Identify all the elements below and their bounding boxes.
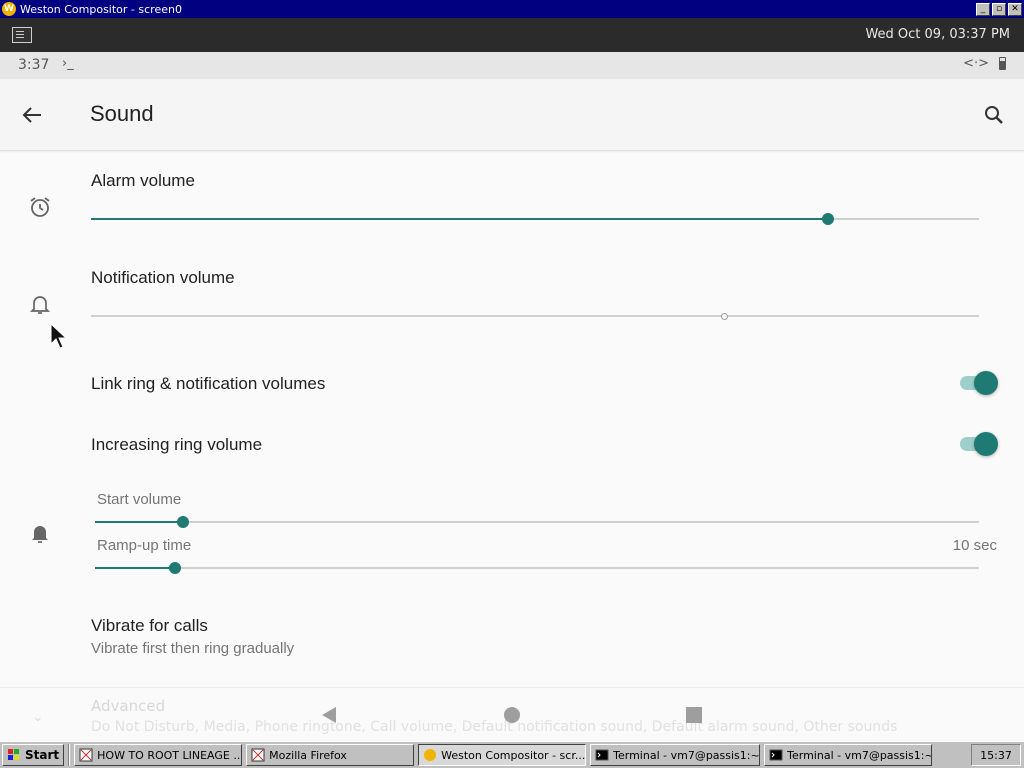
search-icon bbox=[985, 106, 1003, 124]
start-volume-label: Start volume bbox=[97, 491, 182, 508]
start-button[interactable]: Start bbox=[2, 744, 65, 766]
increasing-ring-toggle[interactable] bbox=[960, 431, 998, 456]
alarm-volume-slider[interactable] bbox=[91, 209, 979, 229]
taskbar-clock: 15:37 bbox=[971, 744, 1021, 766]
screen: W Weston Compositor - screen0 _ ▫ ✕ Wed … bbox=[0, 0, 1024, 768]
circle-home-icon bbox=[504, 707, 520, 723]
taskbar-item-terminal-1[interactable]: Terminal - vm7@passis1:~ bbox=[590, 744, 761, 766]
window-title-bar[interactable]: W Weston Compositor - screen0 _ ▫ ✕ bbox=[0, 0, 1024, 18]
android-status-bar: 3:37 ›_ <·> bbox=[0, 52, 1024, 79]
firefox-icon bbox=[251, 748, 265, 762]
start-label: Start bbox=[25, 748, 60, 762]
alarm-clock-icon bbox=[26, 193, 54, 221]
panel-clock: Wed Oct 09, 03:37 PM bbox=[865, 27, 1010, 42]
link-ring-label: Link ring & notification volumes bbox=[91, 374, 326, 393]
link-ring-toggle[interactable] bbox=[960, 370, 998, 395]
taskbar: Start HOW TO ROOT LINEAGE ... Mozilla Fi… bbox=[0, 741, 1024, 768]
taskbar-item-label: Terminal - vm7@passis1:~ bbox=[787, 748, 933, 762]
minimize-button[interactable]: _ bbox=[976, 2, 990, 16]
taskbar-item-label: Terminal - vm7@passis1:~ bbox=[613, 748, 760, 762]
page-title: Sound bbox=[90, 101, 154, 126]
ringtone-bell-icon bbox=[26, 519, 54, 547]
ramp-up-value: 10 sec bbox=[952, 537, 997, 554]
ramp-up-slider[interactable] bbox=[95, 558, 979, 578]
sound-settings-screen: Sound Alarm volume Notification volume L… bbox=[0, 79, 1024, 741]
start-volume-slider[interactable] bbox=[95, 512, 979, 532]
square-recents-icon bbox=[686, 707, 702, 723]
ethernet-icon: <·> bbox=[963, 56, 989, 71]
increasing-ring-label: Increasing ring volume bbox=[91, 435, 263, 454]
arrow-back-icon bbox=[22, 107, 41, 123]
battery-icon bbox=[999, 57, 1006, 70]
alarm-volume-thumb[interactable] bbox=[822, 213, 835, 225]
triangle-back-icon bbox=[322, 707, 336, 723]
taskbar-item-label: HOW TO ROOT LINEAGE ... bbox=[97, 748, 243, 762]
taskbar-separator bbox=[68, 744, 71, 766]
close-button[interactable]: ✕ bbox=[1008, 2, 1022, 16]
taskbar-item-firefox[interactable]: Mozilla Firefox bbox=[246, 744, 415, 766]
navigation-bar bbox=[0, 687, 1024, 741]
weston-icon bbox=[424, 749, 437, 761]
ramp-up-label: Ramp-up time bbox=[97, 537, 192, 554]
weston-logo-icon: W bbox=[2, 2, 16, 16]
search-button[interactable] bbox=[978, 99, 1010, 131]
ramp-up-thumb[interactable] bbox=[168, 562, 181, 574]
windows-logo-icon bbox=[8, 749, 19, 760]
alarm-volume-label: Alarm volume bbox=[91, 171, 195, 190]
taskbar-item-label: Weston Compositor - scr... bbox=[441, 748, 586, 762]
back-button[interactable] bbox=[16, 99, 48, 131]
vibrate-for-calls-label: Vibrate for calls bbox=[91, 616, 208, 635]
window-title: Weston Compositor - screen0 bbox=[20, 2, 182, 16]
notification-bell-icon bbox=[26, 290, 54, 318]
nav-recents-button[interactable] bbox=[683, 704, 705, 726]
terminal-icon bbox=[769, 749, 783, 761]
taskbar-item-lineage[interactable]: HOW TO ROOT LINEAGE ... bbox=[74, 744, 243, 766]
web-page-icon bbox=[79, 748, 93, 762]
mouse-pointer-icon bbox=[50, 323, 68, 349]
start-volume-thumb[interactable] bbox=[177, 516, 190, 528]
notification-volume-slider[interactable] bbox=[91, 306, 979, 326]
taskbar-item-label: Mozilla Firefox bbox=[269, 748, 347, 762]
terminal-launcher-icon[interactable] bbox=[12, 27, 32, 43]
notification-volume-thumb[interactable] bbox=[721, 313, 729, 320]
taskbar-item-terminal-2[interactable]: Terminal - vm7@passis1:~ bbox=[764, 744, 933, 766]
terminal-icon bbox=[595, 749, 609, 761]
taskbar-item-weston[interactable]: Weston Compositor - scr... bbox=[418, 744, 587, 766]
nav-back-button[interactable] bbox=[318, 704, 340, 726]
terminal-notification-icon: ›_ bbox=[62, 56, 74, 71]
notification-volume-label: Notification volume bbox=[91, 268, 235, 287]
app-toolbar: Sound bbox=[0, 79, 1024, 151]
nav-home-button[interactable] bbox=[501, 704, 523, 726]
status-time: 3:37 bbox=[18, 57, 50, 73]
vibrate-for-calls-summary: Vibrate first then ring gradually bbox=[91, 640, 295, 657]
maximize-button[interactable]: ▫ bbox=[992, 2, 1006, 16]
weston-panel: Wed Oct 09, 03:37 PM bbox=[0, 18, 1024, 52]
